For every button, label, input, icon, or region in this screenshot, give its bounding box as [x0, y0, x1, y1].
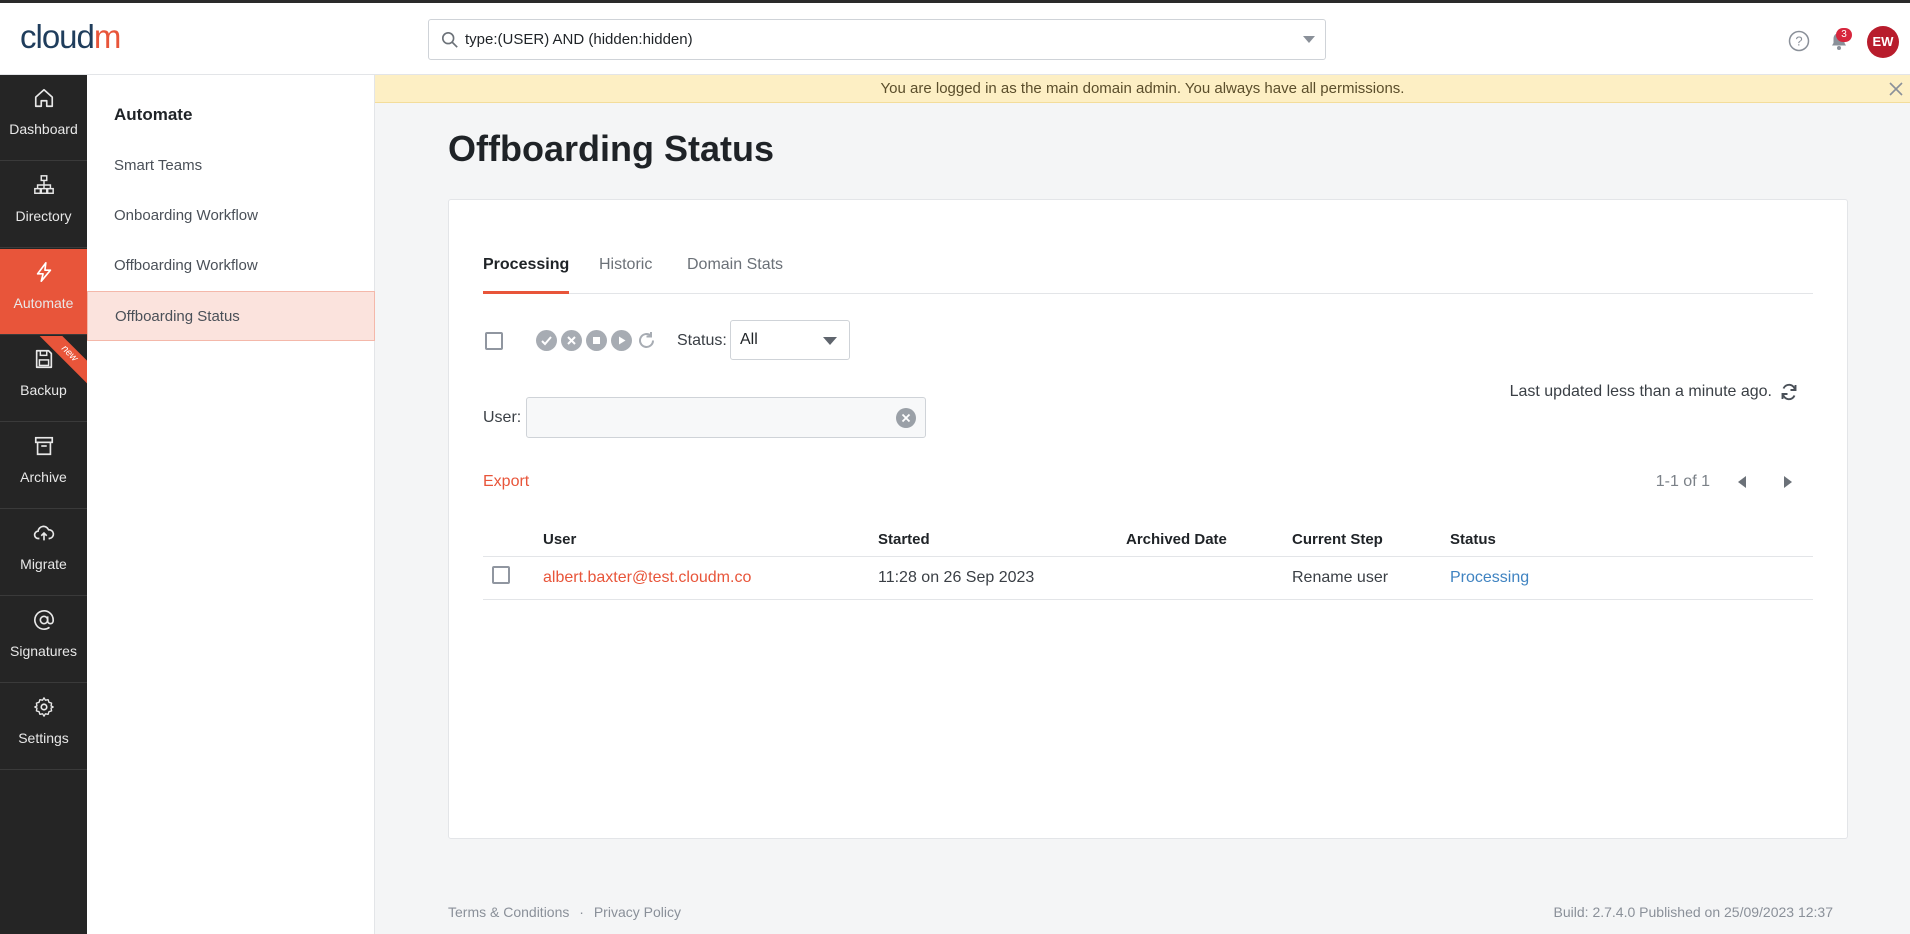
- play-icon: [619, 336, 626, 345]
- close-icon: [901, 413, 911, 423]
- subnav-heading: Automate: [114, 105, 193, 124]
- nav-directory[interactable]: Directory: [0, 162, 87, 248]
- nav-settings[interactable]: Settings: [0, 684, 87, 770]
- nav-archive[interactable]: Archive: [0, 423, 87, 509]
- top-bar: cloudm type:(USER) AND (hidden:hidden) ?…: [0, 3, 1910, 75]
- admin-banner: You are logged in as the main domain adm…: [375, 75, 1910, 103]
- clear-user-filter[interactable]: [896, 408, 916, 428]
- select-all-checkbox[interactable]: [485, 332, 503, 350]
- main-nav-rail: Dashboard Directory Automate Backup new …: [0, 75, 87, 934]
- nav-backup[interactable]: Backup new: [0, 336, 87, 422]
- nav-label: Migrate: [20, 556, 67, 572]
- column-archived-date[interactable]: Archived Date: [1126, 531, 1227, 548]
- lightning-icon: [36, 262, 52, 282]
- nav-label: Backup: [20, 382, 67, 398]
- user-filter-input[interactable]: [526, 397, 926, 438]
- pagination-text: 1-1 of 1: [1655, 473, 1710, 490]
- user-avatar[interactable]: EW: [1867, 26, 1899, 58]
- play-action[interactable]: [611, 330, 632, 351]
- nav-label: Automate: [13, 295, 74, 311]
- tab-domain-stats[interactable]: Domain Stats: [687, 246, 783, 294]
- notification-badge: 3: [1836, 28, 1852, 42]
- chevron-down-icon: [823, 337, 837, 345]
- close-icon: [567, 336, 576, 345]
- subnav-item-smart-teams[interactable]: Smart Teams: [87, 141, 375, 191]
- privacy-link[interactable]: Privacy Policy: [594, 904, 681, 920]
- row-user-link[interactable]: albert.baxter@test.cloudm.co: [543, 569, 751, 587]
- global-search[interactable]: type:(USER) AND (hidden:hidden): [428, 19, 1326, 60]
- nav-signatures[interactable]: Signatures: [0, 597, 87, 683]
- column-current-step[interactable]: Current Step: [1292, 531, 1383, 548]
- page-title: Offboarding Status: [448, 128, 774, 169]
- footer-separator: ·: [579, 904, 584, 920]
- stop-icon: [593, 337, 600, 344]
- cloudm-logo[interactable]: cloudm: [20, 17, 121, 57]
- status-filter-value: All: [740, 331, 758, 348]
- nav-label: Archive: [20, 469, 67, 485]
- cancel-action[interactable]: [561, 330, 582, 351]
- row-started: 11:28 on 26 Sep 2023: [878, 569, 1035, 586]
- nav-dashboard[interactable]: Dashboard: [0, 75, 87, 161]
- footer-links: Terms & Conditions · Privacy Policy: [448, 904, 681, 920]
- next-page-icon[interactable]: [1784, 476, 1792, 488]
- org-chart-icon: [34, 175, 54, 194]
- nav-label: Signatures: [10, 643, 77, 659]
- stop-action[interactable]: [586, 330, 607, 351]
- search-icon: [441, 31, 458, 48]
- floppy-icon: [35, 349, 53, 369]
- table-header: User Started Archived Date Current Step …: [483, 524, 1813, 557]
- row-checkbox[interactable]: [492, 566, 510, 584]
- nav-label: Dashboard: [9, 121, 78, 137]
- nav-automate[interactable]: Automate: [0, 249, 87, 335]
- approve-action[interactable]: [536, 330, 557, 351]
- build-info: Build: 2.7.4.0 Published on 25/09/2023 1…: [1553, 904, 1833, 920]
- help-icon[interactable]: ?: [1788, 30, 1810, 52]
- banner-text: You are logged in as the main domain adm…: [880, 80, 1405, 97]
- user-filter-label: User:: [483, 409, 522, 426]
- gear-icon: [34, 697, 54, 717]
- automate-subnav: Automate Smart Teams Onboarding Workflow…: [87, 75, 375, 934]
- terms-link[interactable]: Terms & Conditions: [448, 904, 569, 920]
- row-status-link[interactable]: Processing: [1450, 569, 1529, 587]
- logo-text: cloud: [20, 18, 95, 55]
- archive-box-icon: [34, 436, 54, 456]
- previous-page-icon[interactable]: [1738, 476, 1746, 488]
- column-started[interactable]: Started: [878, 531, 930, 548]
- subnav-item-offboarding-workflow[interactable]: Offboarding Workflow: [87, 241, 375, 291]
- at-sign-icon: [34, 610, 54, 630]
- close-icon[interactable]: [1888, 81, 1904, 97]
- tab-processing[interactable]: Processing: [483, 246, 570, 294]
- cloud-upload-icon: [33, 525, 55, 541]
- nav-migrate[interactable]: Migrate: [0, 510, 87, 596]
- refresh-icon[interactable]: [1779, 382, 1799, 402]
- retry-icon[interactable]: [636, 330, 657, 351]
- offboarding-status-card: Processing Historic Domain Stats Status:…: [448, 199, 1848, 839]
- search-query[interactable]: type:(USER) AND (hidden:hidden): [465, 20, 693, 59]
- last-updated-text: Last updated less than a minute ago.: [1509, 383, 1772, 400]
- chevron-down-icon[interactable]: [1303, 36, 1315, 43]
- tab-historic[interactable]: Historic: [599, 246, 652, 294]
- logo-accent: m: [93, 18, 121, 55]
- nav-label: Directory: [15, 208, 72, 224]
- export-link[interactable]: Export: [483, 473, 529, 491]
- row-current-step: Rename user: [1292, 569, 1389, 586]
- table-row: albert.baxter@test.cloudm.co 11:28 on 26…: [483, 557, 1813, 600]
- nav-label: Settings: [18, 730, 69, 746]
- svg-text:?: ?: [1795, 34, 1802, 49]
- column-status[interactable]: Status: [1450, 531, 1496, 548]
- status-filter-select[interactable]: All: [730, 320, 850, 360]
- status-filter-label: Status:: [677, 332, 727, 349]
- subnav-item-offboarding-status[interactable]: Offboarding Status: [87, 291, 375, 341]
- check-icon: [541, 336, 552, 346]
- home-icon: [34, 88, 54, 108]
- tab-bar: Processing Historic Domain Stats: [483, 246, 1813, 294]
- subnav-item-onboarding-workflow[interactable]: Onboarding Workflow: [87, 191, 375, 241]
- column-user[interactable]: User: [543, 531, 576, 548]
